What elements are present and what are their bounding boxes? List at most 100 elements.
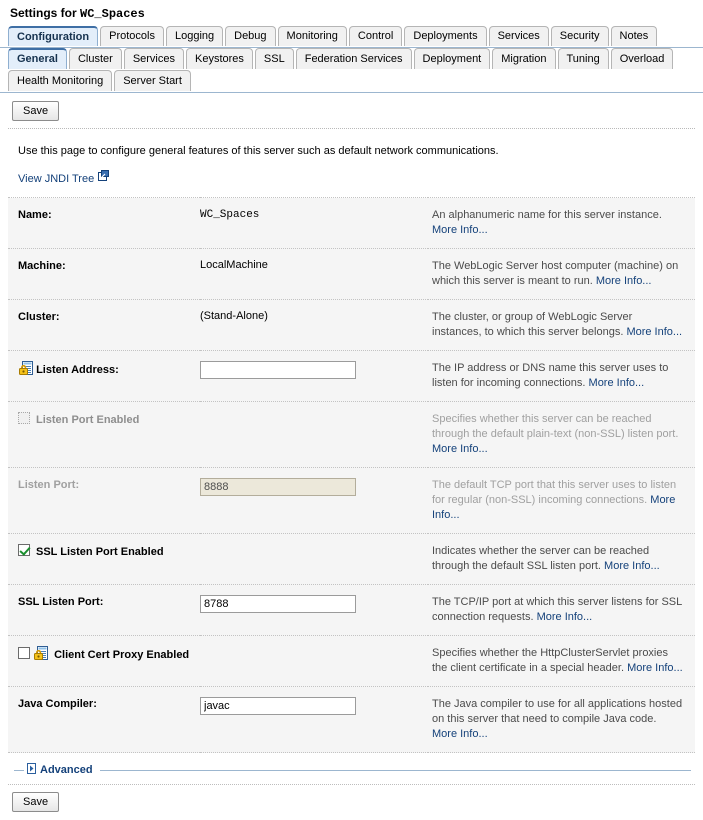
field-label-java-compiler: Java Compiler: (18, 698, 97, 710)
tab-protocols[interactable]: Protocols (100, 26, 164, 46)
field-description-listen-port: The default TCP port that this server us… (428, 468, 695, 534)
more-info-link-client-cert-proxy-enabled[interactable]: More Info... (627, 662, 683, 674)
form-row-ssl-listen-port: SSL Listen Port: The TCP/IP port at which… (8, 585, 695, 636)
field-label-cell-name: Name: (8, 198, 200, 249)
form-row-cluster: Cluster: (Stand-Alone) The cluster, or gro… (8, 300, 695, 351)
tab-label: Control (358, 30, 393, 42)
tab-security[interactable]: Security (551, 26, 609, 46)
field-label-cluster: Cluster: (18, 311, 60, 323)
secondary-tab-bars: General Cluster Services Keystores SSL Federa… (0, 48, 703, 92)
tab-configuration[interactable]: Configuration (8, 26, 98, 46)
more-info-link-machine[interactable]: More Info... (596, 275, 652, 287)
subtab-deployment[interactable]: Deployment (414, 48, 491, 69)
more-info-link-ssl-listen-port[interactable]: More Info... (537, 611, 593, 623)
field-control-cell-java-compiler (200, 687, 428, 753)
field-label-listen-address: Listen Address: (36, 364, 119, 376)
form-row-listen-port: Listen Port: The default TCP port that th… (8, 468, 695, 534)
tab-label: SSL (264, 53, 285, 65)
bottom-toolbar: Save (8, 785, 695, 820)
input-java-compiler[interactable] (200, 697, 356, 715)
field-label-cell-ssl-listen-port-enabled: SSL Listen Port Enabled (8, 534, 428, 585)
subtab-cluster[interactable]: Cluster (69, 48, 122, 69)
field-control-cell-machine: LocalMachine (200, 249, 428, 300)
input-ssl-listen-port[interactable] (200, 595, 356, 613)
field-description-listen-address: The IP address or DNS name this server u… (428, 351, 695, 402)
value-machine: LocalMachine (200, 259, 268, 271)
subtab-server-start[interactable]: Server Start (114, 70, 191, 91)
value-name: WC_Spaces (200, 209, 259, 221)
triangle-right-icon[interactable] (27, 763, 36, 777)
field-description-ssl-listen-port: The TCP/IP port at which this server lis… (428, 585, 695, 636)
tab-control[interactable]: Control (349, 26, 402, 46)
advanced-label[interactable]: Advanced (40, 764, 93, 776)
save-button-top[interactable]: Save (12, 101, 59, 121)
field-description-java-compiler: The Java compiler to use for all applica… (428, 687, 695, 753)
tab-label: Monitoring (287, 30, 338, 42)
more-info-link-listen-address[interactable]: More Info... (589, 377, 645, 389)
tab-label: Deployments (413, 30, 477, 42)
checkbox-listen-port-enabled (18, 412, 30, 424)
tab-label: Keystores (195, 53, 244, 65)
more-info-link-name[interactable]: More Info... (432, 224, 488, 236)
field-description-machine: The WebLogic Server host computer (machi… (428, 249, 695, 300)
subtab-migration[interactable]: Migration (492, 48, 555, 69)
field-label-cell-ssl-listen-port: SSL Listen Port: (8, 585, 200, 636)
subtab-keystores[interactable]: Keystores (186, 48, 253, 69)
tab-services[interactable]: Services (489, 26, 549, 46)
description-text: An alphanumeric name for this server ins… (432, 209, 662, 221)
save-button-bottom[interactable]: Save (12, 792, 59, 812)
field-control-cell-ssl-listen-port (200, 585, 428, 636)
form-row-java-compiler: Java Compiler: The Java compiler to use f… (8, 687, 695, 753)
checkbox-ssl-listen-port-enabled[interactable] (18, 544, 30, 556)
tab-notes[interactable]: Notes (611, 26, 658, 46)
tab-label: Cluster (78, 53, 113, 65)
view-jndi-tree-link[interactable]: View JNDI Tree (18, 173, 94, 185)
value-cluster: (Stand-Alone) (200, 310, 268, 322)
tab-logging[interactable]: Logging (166, 26, 223, 46)
input-listen-port (200, 478, 356, 496)
tab-label: Services (133, 53, 175, 65)
page-description: Use this page to configure general featu… (8, 129, 695, 171)
description-text: The default TCP port that this server us… (432, 479, 676, 506)
description-text: The cluster, or group of WebLogic Server… (432, 311, 632, 338)
subtab-general[interactable]: General (8, 48, 67, 69)
subtab-services[interactable]: Services (124, 48, 184, 69)
external-link-icon[interactable] (98, 170, 109, 184)
field-label-cell-listen-port: Listen Port: (8, 468, 200, 534)
field-label-ssl-listen-port: SSL Listen Port: (18, 596, 103, 608)
advanced-left-dash (14, 770, 24, 771)
more-info-link-ssl-listen-port-enabled[interactable]: More Info... (604, 560, 660, 572)
more-info-link-java-compiler[interactable]: More Info... (432, 728, 488, 740)
tab-debug[interactable]: Debug (225, 26, 275, 46)
subtab-tuning[interactable]: Tuning (558, 48, 609, 69)
more-info-link-cluster[interactable]: More Info... (626, 326, 682, 338)
field-control-cell-name: WC_Spaces (200, 198, 428, 249)
tab-label: Protocols (109, 30, 155, 42)
field-label-machine: Machine: (18, 260, 66, 272)
description-text: Specifies whether this server can be rea… (432, 413, 678, 440)
tab-label: Logging (175, 30, 214, 42)
tab-monitoring[interactable]: Monitoring (278, 26, 347, 46)
form-row-ssl-listen-port-enabled: SSL Listen Port EnabledIndicates whether… (8, 534, 695, 585)
subtab-overload[interactable]: Overload (611, 48, 674, 69)
subtab-health-monitoring[interactable]: Health Monitoring (8, 70, 112, 91)
subtab-ssl[interactable]: SSL (255, 48, 294, 69)
primary-tab-bar: Configuration Protocols Logging Debug Monito… (0, 26, 703, 48)
view-jndi-tree-row: View JNDI Tree (8, 171, 695, 197)
input-listen-address[interactable] (200, 361, 356, 379)
tab-label: Server Start (123, 75, 182, 87)
advanced-right-line (100, 770, 691, 771)
field-label-cell-machine: Machine: (8, 249, 200, 300)
advanced-section-toggle[interactable]: Advanced (8, 753, 695, 780)
tab-label: Debug (234, 30, 266, 42)
content-area: Save Use this page to configure general … (0, 93, 703, 820)
subtab-federation-services[interactable]: Federation Services (296, 48, 412, 69)
more-info-link-listen-port-enabled[interactable]: More Info... (432, 443, 488, 455)
field-label-cell-listen-address: Listen Address: (8, 351, 200, 402)
checkbox-label-listen-port-enabled: Listen Port Enabled (36, 414, 139, 426)
field-label-name: Name: (18, 209, 52, 221)
tab-deployments[interactable]: Deployments (404, 26, 486, 46)
tab-label: Deployment (423, 53, 482, 65)
tab-label: Services (498, 30, 540, 42)
checkbox-client-cert-proxy-enabled[interactable] (18, 647, 30, 659)
